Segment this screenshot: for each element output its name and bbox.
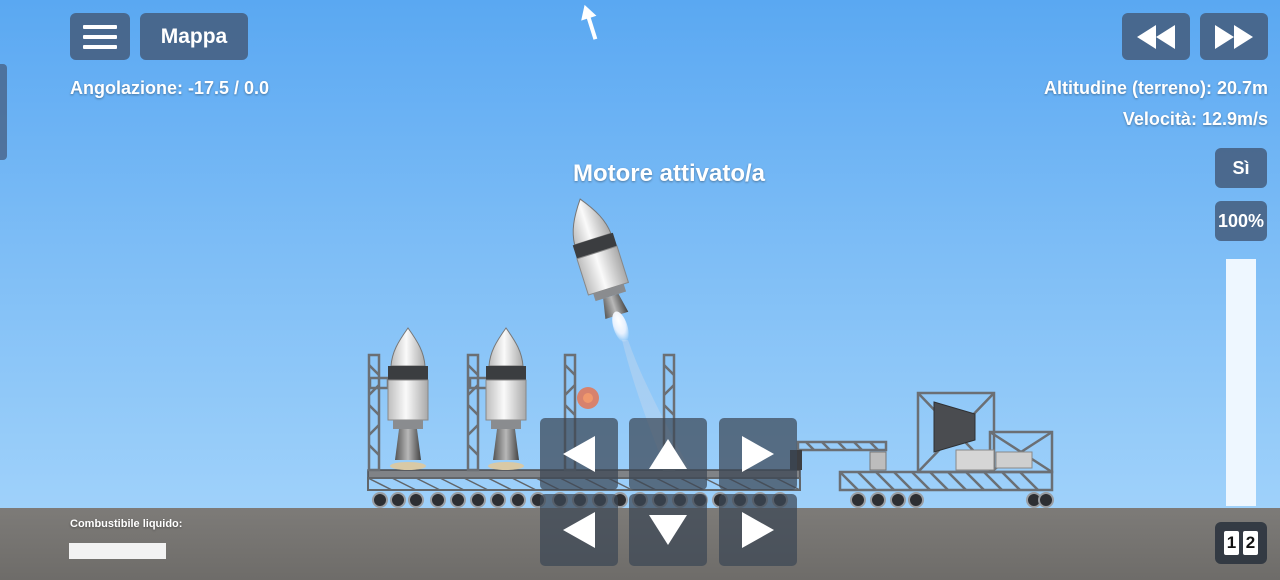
direction-indicator-icon (581, 4, 598, 40)
left-edge-tab[interactable] (0, 64, 7, 160)
hamburger-icon (83, 24, 117, 49)
rotate-right-button[interactable] (719, 418, 797, 490)
parked-rocket-1 (387, 327, 429, 470)
velocity-readout: Velocità: 12.9m/s (1122, 109, 1268, 129)
stage-digit-1: 1 (1224, 531, 1239, 555)
translate-right-button[interactable] (719, 494, 797, 566)
toggle-button[interactable]: Sì (1215, 148, 1267, 188)
thrust-down-button[interactable] (629, 494, 707, 566)
menu-button[interactable] (70, 13, 130, 60)
altitude-readout: Altitudine (terreno): 20.7m (1043, 78, 1268, 98)
rotate-left-button[interactable] (540, 418, 618, 490)
engine-status-message: Motore attivato/a (572, 160, 766, 187)
stage-button[interactable]: 1 2 (1215, 522, 1267, 564)
throttle-slider-track[interactable] (1226, 259, 1256, 506)
flying-rocket (572, 198, 630, 343)
fast-forward-button[interactable] (1200, 13, 1268, 60)
translate-left-button[interactable] (540, 494, 618, 566)
fuel-bar-fill (69, 543, 166, 559)
fast-forward-icon (1215, 24, 1253, 49)
fuel-bar (69, 543, 166, 559)
toggle-label: Sì (1232, 157, 1250, 178)
map-button[interactable]: Mappa (140, 13, 248, 60)
fuel-label: Combustibile liquido: (70, 518, 183, 530)
stage-digit-2: 2 (1243, 531, 1258, 555)
throttle-percent-button[interactable]: 100% (1215, 201, 1267, 241)
down-arrow-icon (649, 515, 687, 545)
up-arrow-icon (649, 439, 687, 469)
left-arrow-icon (563, 512, 595, 548)
pitch-readout: Angolazione: -17.5 / 0.0 (70, 78, 270, 98)
parked-rocket-2 (485, 327, 527, 470)
thrust-up-button[interactable] (629, 418, 707, 490)
right-arrow-icon (742, 512, 774, 548)
right-arrow-icon (742, 436, 774, 472)
throttle-slider-fill (1226, 259, 1256, 506)
rewind-button[interactable] (1122, 13, 1190, 60)
rear-wheels (850, 492, 1054, 508)
throttle-label: 100% (1217, 210, 1265, 231)
rewind-icon (1137, 24, 1175, 49)
left-arrow-icon (563, 436, 595, 472)
explosion-puff-inner (583, 393, 593, 403)
service-structure (796, 391, 1054, 492)
map-button-label: Mappa (160, 24, 228, 48)
